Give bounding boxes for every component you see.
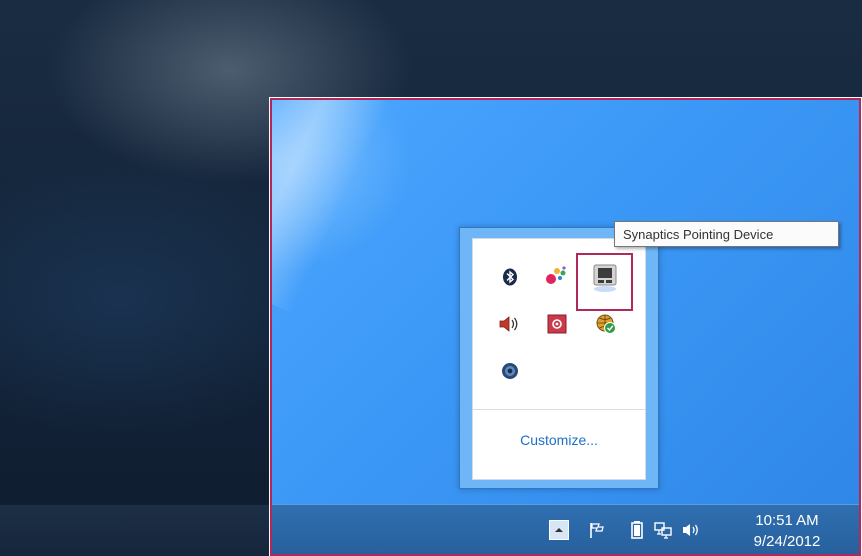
disc-app-icon[interactable] <box>497 358 523 384</box>
taskbar-clock[interactable]: 10:51 AM 9/24/2012 <box>732 511 842 551</box>
show-hidden-icons-button[interactable] <box>549 520 569 540</box>
battery-icon[interactable] <box>626 519 648 541</box>
settings-app-icon[interactable] <box>544 311 570 337</box>
color-app-icon[interactable] <box>543 263 569 289</box>
chevron-up-icon <box>555 528 563 532</box>
flyout-panel: Customize... <box>472 238 646 480</box>
network-icon[interactable] <box>652 519 674 541</box>
taskbar: 10:51 AM 9/24/2012 <box>272 504 859 554</box>
wallpaper-light-streak <box>272 100 402 314</box>
taskbar-left-dimmed <box>0 505 272 556</box>
zoomed-desktop-frame: Customize... Synaptics Pointing Device 1… <box>269 97 862 556</box>
customize-link[interactable]: Customize... <box>473 432 645 448</box>
bluetooth-icon[interactable] <box>497 264 523 290</box>
flag-icon[interactable] <box>586 519 608 541</box>
network-globe-check-icon[interactable] <box>593 311 619 337</box>
clock-time: 10:51 AM <box>755 512 819 529</box>
volume-icon[interactable] <box>680 519 702 541</box>
clock-date: 9/24/2012 <box>753 533 821 550</box>
selected-icon-highlight <box>576 253 633 311</box>
speaker-icon[interactable] <box>496 311 522 337</box>
tooltip: Synaptics Pointing Device <box>614 221 839 247</box>
notification-overflow-flyout: Customize... <box>459 227 659 489</box>
flyout-divider <box>473 409 645 410</box>
